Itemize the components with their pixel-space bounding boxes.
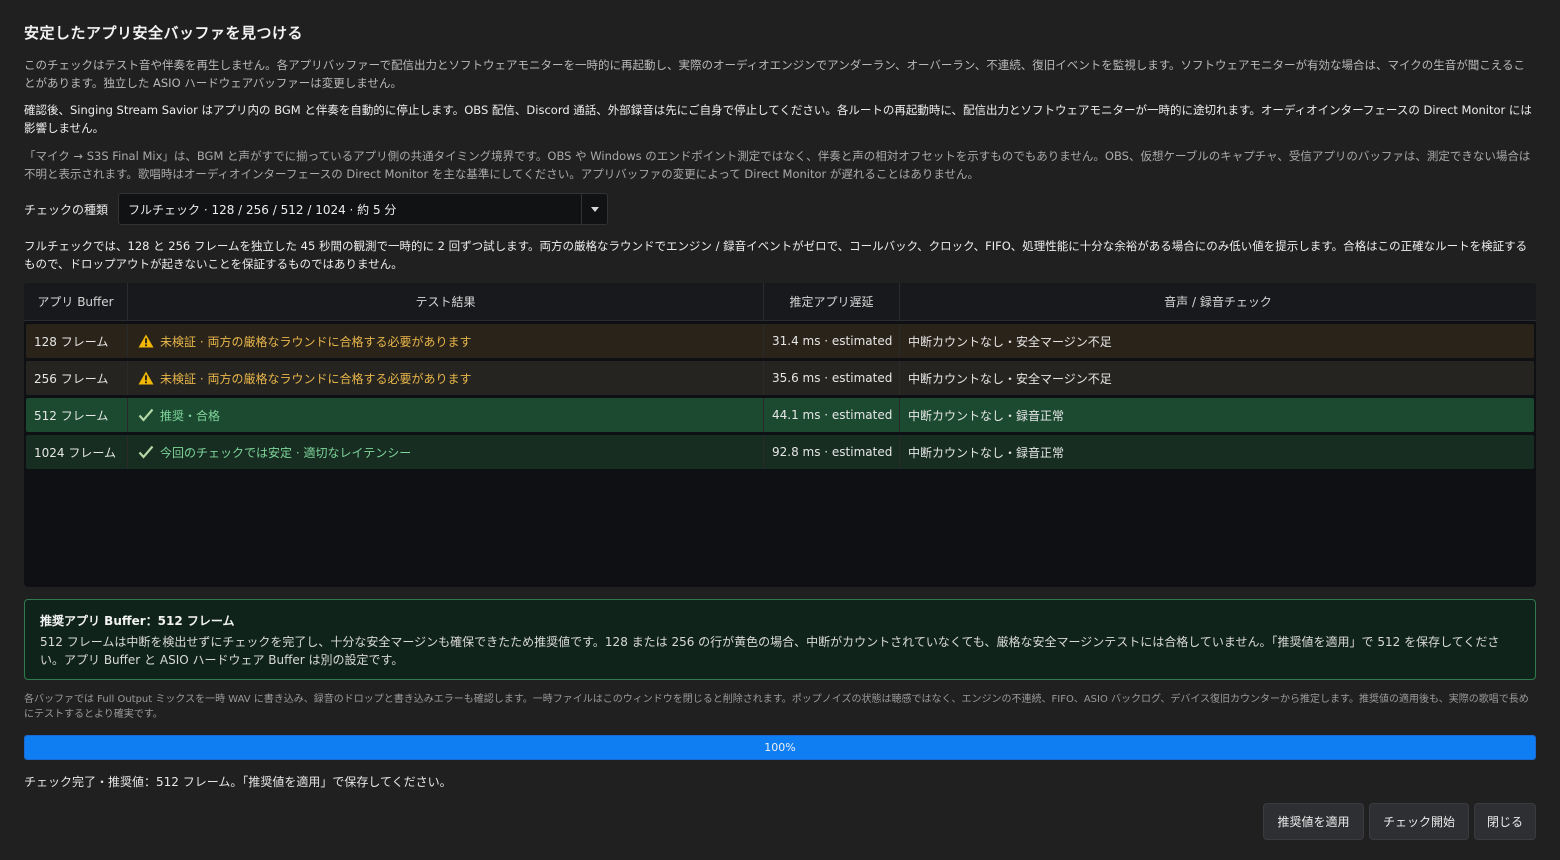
table-row[interactable]: 256 フレーム 未検証 · 両方の厳格なラウンドに合格する必要があります 35… <box>26 361 1534 395</box>
header-result: テスト結果 <box>128 283 764 320</box>
progress-label: 100% <box>764 741 796 754</box>
cell-buffer: 512 フレーム <box>26 398 128 432</box>
check-type-select[interactable]: フルチェック · 128 / 256 / 512 / 1024 · 約 5 分 <box>118 193 609 225</box>
cell-audio-check: 中断カウントなし・安全マージン不足 <box>908 334 1112 349</box>
result-text: 推奨・合格 <box>160 408 221 423</box>
chevron-down-icon[interactable] <box>581 194 607 224</box>
intro-paragraph: このチェックはテスト音や伴奏を再生しません。各アプリバッファーで配信出力とソフト… <box>24 58 1525 90</box>
recommendation-panel: 推奨アプリ Buffer：512 フレーム 512 フレームは中断を検出せずにチ… <box>24 599 1536 680</box>
check-type-label: チェックの種類 <box>24 202 109 217</box>
header-latency: 推定アプリ遅延 <box>764 283 900 320</box>
results-table: アプリ Buffer テスト結果 推定アプリ遅延 音声 / 録音チェック 128… <box>24 283 1536 587</box>
cell-result: 今回のチェックでは安定 · 適切なレイテンシー <box>128 435 764 469</box>
result-text: 未検証 · 両方の厳格なラウンドに合格する必要があります <box>160 334 472 349</box>
timing-boundary-paragraph: 「マイク → S3S Final Mix」は、BGM と声がすでに揃っているアプ… <box>24 149 1531 181</box>
result-text: 今回のチェックでは安定 · 適切なレイテンシー <box>160 445 412 460</box>
cell-latency: 44.1 ms · estimated <box>764 398 900 432</box>
cell-latency: 92.8 ms · estimated <box>764 435 900 469</box>
check-type-row: チェックの種類 フルチェック · 128 / 256 / 512 / 1024 … <box>24 193 609 225</box>
table-row[interactable]: 128 フレーム 未検証 · 両方の厳格なラウンドに合格する必要があります 31… <box>26 324 1534 358</box>
dialog-title: 安定したアプリ安全バッファを見つける <box>24 24 304 42</box>
cell-buffer: 1024 フレーム <box>26 435 128 469</box>
cell-audio-check: 中断カウントなし・安全マージン不足 <box>908 371 1112 386</box>
cell-audio-check: 中断カウントなし・録音正常 <box>908 445 1065 460</box>
close-button[interactable]: 閉じる <box>1474 803 1536 840</box>
cell-result: 推奨・合格 <box>128 398 764 432</box>
confirmation-paragraph: 確認後、Singing Stream Savior はアプリ内の BGM と伴奏… <box>24 103 1532 135</box>
check-icon <box>138 445 160 459</box>
footnote: 各バッファでは Full Output ミックスを一時 WAV に書き込み、録音… <box>24 694 1529 720</box>
cell-result: 未検証 · 両方の厳格なラウンドに合格する必要があります <box>128 324 764 358</box>
start-check-button[interactable]: チェック開始 <box>1369 803 1469 840</box>
recommendation-body: 512 フレームは中断を検出せずにチェックを完了し、十分な安全マージンも確保でき… <box>40 635 1500 667</box>
cell-latency: 35.6 ms · estimated <box>764 361 900 395</box>
header-buffer: アプリ Buffer <box>24 283 128 320</box>
result-text: 未検証 · 両方の厳格なラウンドに合格する必要があります <box>160 371 472 386</box>
warning-icon <box>138 371 160 385</box>
cell-result: 未検証 · 両方の厳格なラウンドに合格する必要があります <box>128 361 764 395</box>
cell-latency: 31.4 ms · estimated <box>764 324 900 358</box>
cell-buffer: 128 フレーム <box>26 324 128 358</box>
check-icon <box>138 408 160 422</box>
warning-icon <box>138 334 160 348</box>
header-audio-check: 音声 / 録音チェック <box>1164 295 1272 309</box>
table-row[interactable]: 1024 フレーム 今回のチェックでは安定 · 適切なレイテンシー 92.8 m… <box>26 435 1534 469</box>
table-header: アプリ Buffer テスト結果 推定アプリ遅延 音声 / 録音チェック <box>24 283 1536 321</box>
table-row[interactable]: 512 フレーム 推奨・合格 44.1 ms · estimated 中断カウン… <box>26 398 1534 432</box>
progress-bar: 100% <box>24 735 1536 760</box>
recommendation-title: 推奨アプリ Buffer：512 フレーム <box>40 614 235 628</box>
apply-recommended-button[interactable]: 推奨値を適用 <box>1263 803 1364 840</box>
cell-audio-check: 中断カウントなし・録音正常 <box>908 408 1065 423</box>
status-text: チェック完了・推奨値：512 フレーム。「推奨値を適用」で保存してください。 <box>24 775 452 789</box>
cell-buffer: 256 フレーム <box>26 361 128 395</box>
check-type-value: フルチェック · 128 / 256 / 512 / 1024 · 約 5 分 <box>128 202 397 217</box>
full-check-description: フルチェックでは、128 と 256 フレームを独立した 45 秒間の観測で一時… <box>24 239 1528 271</box>
